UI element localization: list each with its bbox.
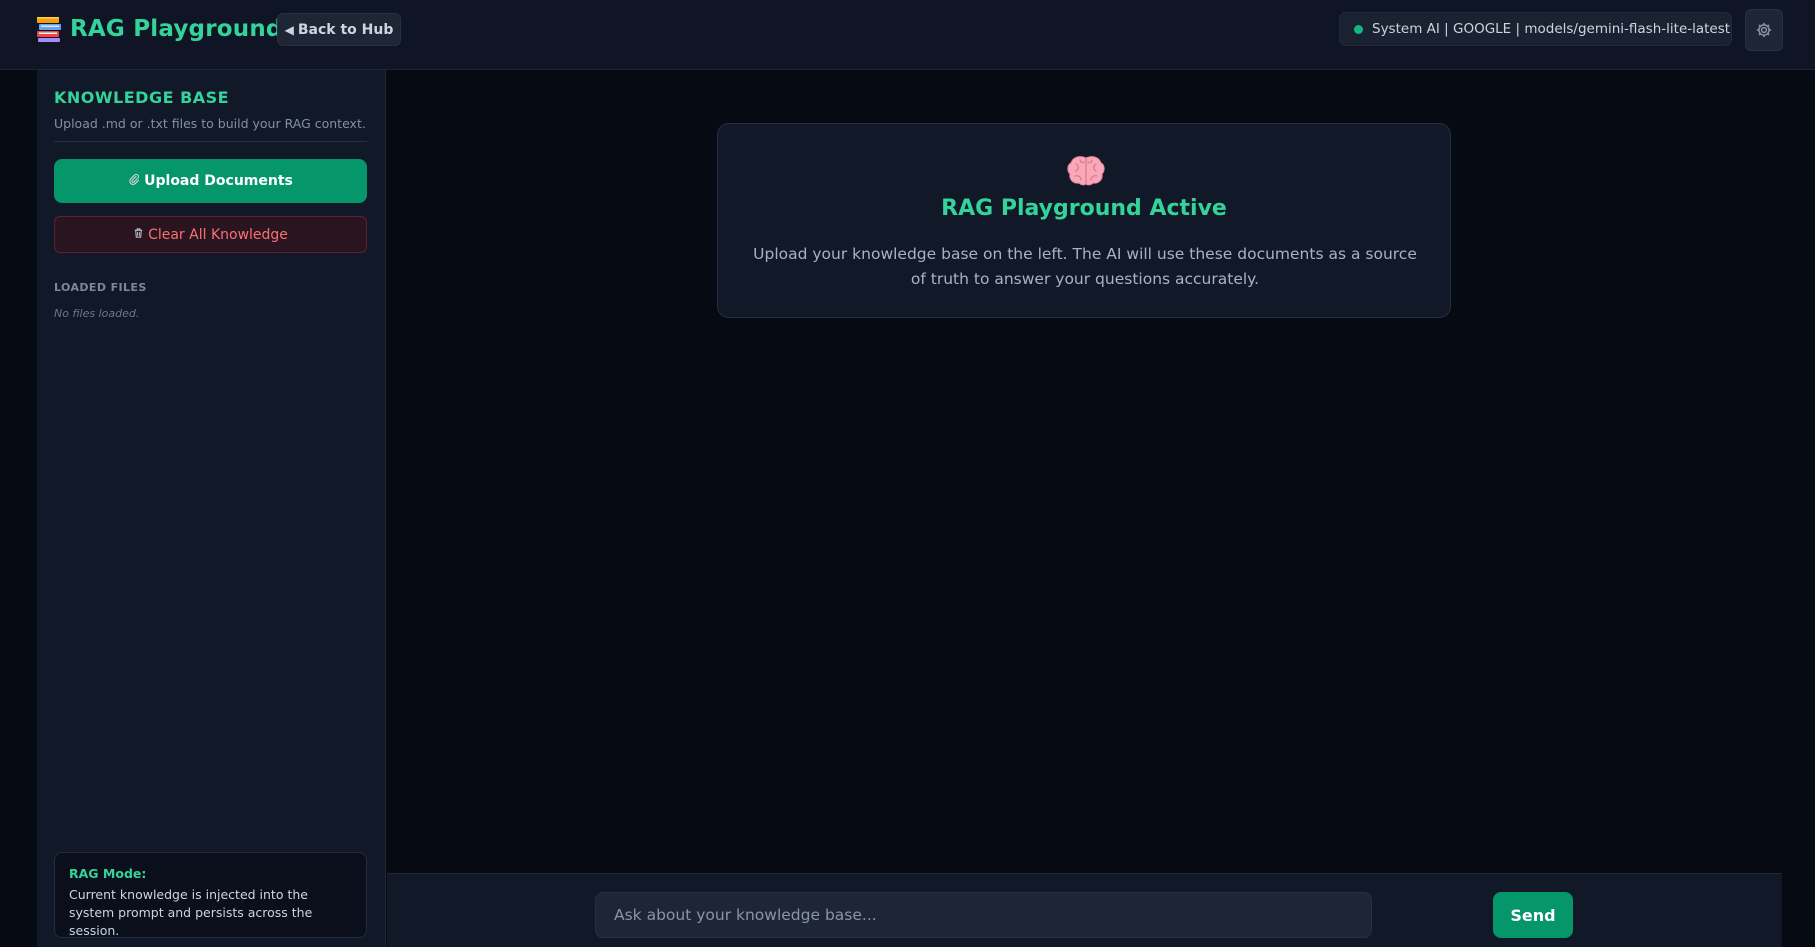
- rag-mode-text: Current knowledge is injected into the s…: [69, 887, 313, 938]
- knowledge-base-subtitle: Upload .md or .txt files to build your R…: [54, 116, 366, 131]
- back-to-hub-label: Back to Hub: [297, 21, 394, 38]
- trash-icon: [133, 227, 144, 243]
- upload-documents-button[interactable]: Upload Documents: [54, 159, 367, 203]
- gear-icon: [1756, 22, 1772, 38]
- clear-all-knowledge-button[interactable]: Clear All Knowledge: [54, 216, 367, 253]
- send-button[interactable]: Send: [1493, 892, 1573, 938]
- card-title: RAG Playground Active: [941, 196, 1227, 221]
- status-text: System AI | GOOGLE | models/gemini-flash…: [1372, 21, 1731, 37]
- app-title: RAG Playground: [70, 16, 283, 42]
- no-files-message: No files loaded.: [54, 307, 140, 320]
- knowledge-base-sidebar: KNOWLEDGE BASE Upload .md or .txt files …: [37, 70, 386, 947]
- chat-input-bar: Send: [387, 873, 1782, 947]
- app-header: RAG Playground ◀ Back to Hub System AI |…: [0, 0, 1815, 70]
- loaded-files-title: LOADED FILES: [54, 281, 147, 294]
- paperclip-icon: [128, 173, 140, 190]
- rag-mode-info: RAG Mode: Current knowledge is injected …: [54, 852, 367, 938]
- settings-button[interactable]: [1745, 9, 1783, 51]
- rag-active-card: RAG Playground Active Upload your knowle…: [717, 123, 1451, 318]
- card-description: Upload your knowledge base on the left. …: [753, 245, 1417, 288]
- knowledge-base-title: KNOWLEDGE BASE: [54, 88, 230, 107]
- books-icon: [37, 17, 61, 42]
- chat-input[interactable]: [595, 892, 1372, 938]
- system-ai-status: System AI | GOOGLE | models/gemini-flash…: [1339, 12, 1732, 46]
- status-dot-icon: [1354, 24, 1363, 34]
- upload-documents-label: Upload Documents: [144, 173, 293, 189]
- back-arrow-icon: ◀: [284, 22, 294, 37]
- sidebar-divider: [54, 141, 367, 142]
- rag-mode-title: RAG Mode:: [69, 866, 147, 881]
- back-to-hub-button[interactable]: ◀ Back to Hub: [277, 13, 401, 46]
- clear-all-knowledge-label: Clear All Knowledge: [148, 226, 288, 243]
- brand: RAG Playground: [36, 14, 283, 44]
- brain-icon: [1067, 156, 1105, 186]
